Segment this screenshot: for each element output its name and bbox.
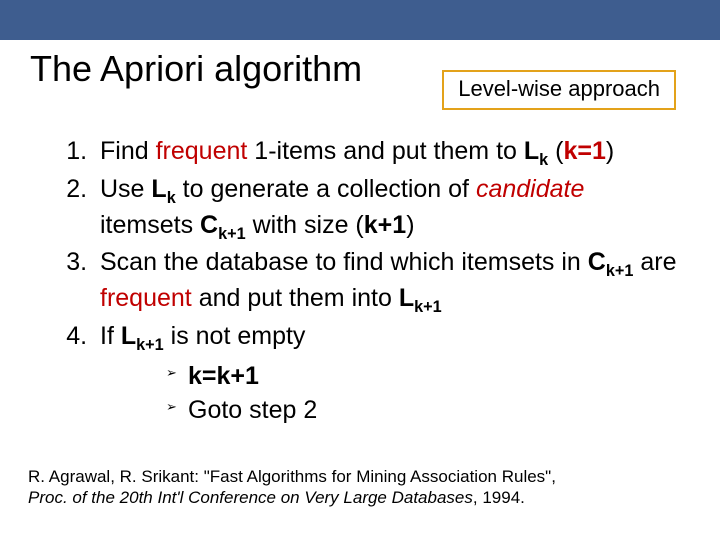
step-2: Use Lk to generate a collection of candi… (94, 173, 680, 245)
highlight-frequent: frequent (156, 137, 248, 165)
var-ck1: Ck+1 (588, 248, 634, 276)
text: are (633, 248, 676, 276)
text: Scan the database to find which itemsets… (100, 248, 588, 276)
slide: The Apriori algorithm Level-wise approac… (0, 0, 720, 540)
text: Use (100, 175, 151, 203)
citation-venue: Proc. of the 20th Int'l Conference on Ve… (28, 488, 473, 507)
text: If (100, 322, 121, 350)
var-ck1: Ck+1 (200, 211, 246, 239)
highlight-candidate: candidate (476, 175, 584, 203)
citation: R. Agrawal, R. Srikant: "Fast Algorithms… (28, 466, 670, 509)
text: ) (606, 137, 614, 165)
text: to generate a collection of (176, 175, 476, 203)
substeps: k=k+1 Goto step 2 (166, 360, 680, 426)
var-lk1: Lk+1 (399, 284, 442, 312)
accent-bar (0, 0, 720, 40)
var-kp1: k+1 (364, 211, 406, 239)
step-4: If Lk+1 is not empty k=k+1 Goto step 2 (94, 320, 680, 426)
text: with size ( (246, 211, 364, 239)
substep-increment: k=k+1 (166, 360, 680, 392)
text: and put them into (192, 284, 399, 312)
text: Find (100, 137, 156, 165)
substep-goto: Goto step 2 (166, 394, 680, 426)
citation-authors: R. Agrawal, R. Srikant: "Fast Algorithms… (28, 467, 556, 486)
step-1: Find frequent 1-items and put them to Lk… (94, 135, 680, 171)
var-lk1: Lk+1 (121, 322, 164, 350)
level-wise-badge: Level-wise approach (442, 70, 676, 110)
algorithm-steps: Find frequent 1-items and put them to Lk… (40, 135, 680, 426)
var-lk: Lk (151, 175, 175, 203)
citation-year: , 1994. (473, 488, 525, 507)
step-3: Scan the database to find which itemsets… (94, 246, 680, 318)
text: ) (406, 211, 414, 239)
highlight-frequent: frequent (100, 284, 192, 312)
text: itemsets (100, 211, 200, 239)
highlight-k1: k=1 (563, 137, 605, 165)
slide-title: The Apriori algorithm (30, 48, 362, 90)
text: 1-items and put them to (247, 137, 524, 165)
text: is not empty (164, 322, 306, 350)
slide-body: Find frequent 1-items and put them to Lk… (40, 135, 680, 428)
text: ( (548, 137, 563, 165)
var-lk: Lk (524, 137, 548, 165)
